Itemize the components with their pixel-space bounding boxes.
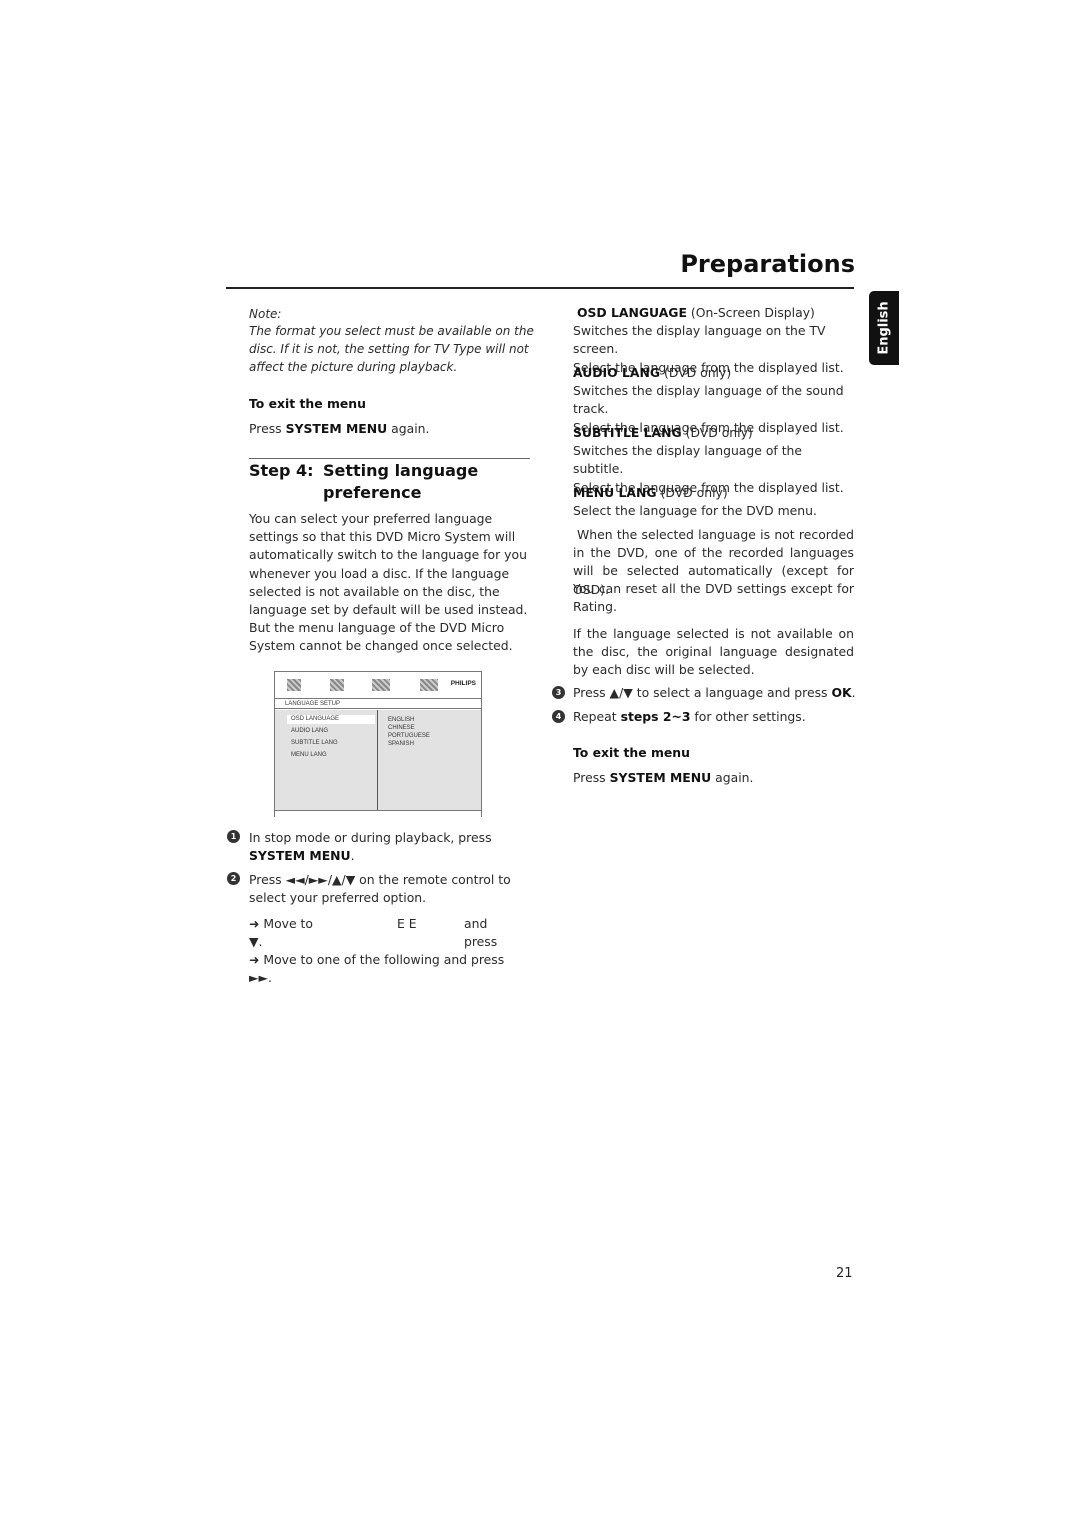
audio-lang-qualifier: (DVD only) [664,365,732,380]
arrow-right-icon: ➜ [249,916,260,931]
system-menu-key-right: SYSTEM MENU [609,770,712,785]
menu-lang-desc-1: Select the language for the DVD menu. [573,503,817,519]
option-spanish: SPANISH [388,741,414,747]
step-1-key: SYSTEM MENU [249,848,351,864]
paragraph-reset-settings: You can reset all the DVD settings excep… [573,581,854,615]
note-label: Note: [249,307,282,321]
menu-icon-bar: PHILIPS [275,672,481,698]
title-divider [226,287,854,289]
menu-item-osd-language: OSD LANGUAGE [287,715,375,724]
subtitle-lang-desc-1: Switches the display language of the sub… [573,443,803,477]
step-2-sub2: ➜ Move to one of the following and press … [249,951,531,987]
exit-press: Press [249,421,282,436]
language-tab: English [869,291,899,365]
sub1-end: ▼. [249,934,263,950]
step-bullet-3: 3 [552,686,565,699]
exit-menu-instruction-right: Press SYSTEM MENU again. [573,769,753,787]
exit-press-right: Press [573,770,606,785]
step-4-prefix: Repeat [573,709,617,724]
step-3-text: Press ▲/▼ to select a language and press… [573,684,858,702]
option-portuguese: PORTUGUESE [388,733,430,739]
step-title-line1: Setting language [323,461,479,480]
general-setup-icon [287,679,301,691]
step-heading: Step 4: Setting language preference [249,460,478,504]
step-4-text: Repeat steps 2~3 for other settings. [573,708,858,726]
step-title-line2: preference [323,483,422,502]
menu-items-panel: OSD LANGUAGE AUDIO LANG SUBTITLE LANG ME… [275,710,378,810]
audio-lang-title: AUDIO LANG [573,365,661,380]
video-setup-icon [330,679,344,691]
subtitle-lang-title: SUBTITLE LANG [573,425,682,440]
preference-icon [420,679,438,691]
step-1-text: In stop mode or during playback, press S… [249,829,531,865]
step-bullet-4: 4 [552,710,565,723]
exit-again-right: again. [715,770,754,785]
step-3-tail: . [851,685,856,700]
step-4-suffix: for other settings. [694,709,806,724]
step-1-tail: . [350,848,355,864]
subtitle-lang-qualifier: (DVD only) [685,425,753,440]
step-number: Step 4: [249,461,314,480]
osd-language-qualifier: (On-Screen Display) [690,305,815,320]
step-divider [249,458,530,459]
sub1-prefix: Move to [263,916,313,931]
language-setup-screen: PHILIPS LANGUAGE SETUP OSD LANGUAGE AUDI… [274,671,482,817]
step-2-sub1: ➜ Move to E E and press ▼. [249,915,524,951]
page-title: Preparations [680,250,855,278]
system-menu-key: SYSTEM MENU [285,421,388,436]
exit-menu-instruction: Press SYSTEM MENU again. [249,420,429,438]
step-4-steps: steps 2~3 [620,709,691,724]
audio-lang-desc-1: Switches the display language of the sou… [573,383,844,417]
menu-item-menu-lang: MENU LANG [291,752,327,758]
exit-menu-heading-right: To exit the menu [573,745,690,760]
intro-paragraph: You can select your preferred language s… [249,511,528,654]
sub1-suffix: and press [464,916,498,950]
menu-item-audio-lang: AUDIO LANG [291,728,329,734]
exit-menu-heading: To exit the menu [249,396,366,411]
menu-lang-title: MENU LANG [573,485,657,500]
menu-heading: LANGUAGE SETUP [275,698,481,709]
language-tab-label: English [876,301,892,355]
ok-key: OK [831,685,852,700]
paragraph-original-language: If the language selected is not availabl… [573,626,854,678]
osd-language-title: OSD LANGUAGE [576,305,687,320]
step-bullet-1: 1 [227,830,240,843]
menu-options-panel: ENGLISH CHINESE PORTUGUESE SPANISH [378,710,481,810]
menu-item-subtitle-lang: SUBTITLE LANG [291,740,338,746]
page-number: 21 [836,1266,853,1281]
step-3-instruction: Press ▲/▼ to select a language and press [573,685,828,700]
arrow-right-icon: ➜ [249,952,260,967]
note-text: The format you select must be available … [249,324,534,375]
step-bullet-2: 2 [227,872,240,885]
option-english: ENGLISH [388,717,415,723]
step-2-text: Press ◄◄/►►/▲/▼ on the remote control to… [249,872,511,906]
sub1-middle: E E [397,916,417,931]
exit-again: again. [391,421,430,436]
menu-lang-block: MENU LANG (DVD only) Select the language… [573,484,855,520]
step-1-instruction: In stop mode or during playback, press [249,830,492,845]
brand-logo: PHILIPS [450,680,476,687]
menu-lang-qualifier: (DVD only) [660,485,728,500]
option-chinese: CHINESE [388,725,415,731]
audio-setup-icon [372,679,390,691]
sub2-text: Move to one of the following and press ►… [249,952,505,986]
osd-language-desc-1: Switches the display language on the TV … [573,323,826,357]
menu-footer [275,810,481,817]
